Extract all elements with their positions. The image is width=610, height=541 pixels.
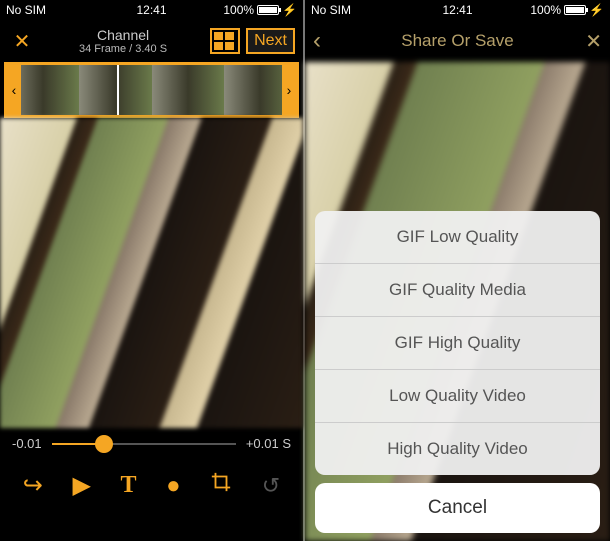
share-nav: ‹ Share Or Save ✕ (305, 20, 610, 62)
carrier-text: No SIM (311, 3, 401, 17)
status-bar: No SIM 12:41 100% ⚡ (0, 0, 303, 20)
grid-button[interactable] (210, 28, 240, 54)
share-title: Share Or Save (343, 31, 572, 51)
status-right: 100% ⚡ (223, 3, 297, 17)
time-slider[interactable] (52, 443, 236, 445)
option-gif-low[interactable]: GIF Low Quality (315, 211, 600, 264)
status-bar: No SIM 12:41 100% ⚡ (305, 0, 610, 20)
crop-icon[interactable] (210, 471, 232, 500)
share-screen: No SIM 12:41 100% ⚡ ‹ Share Or Save ✕ GI… (305, 0, 610, 541)
play-icon[interactable]: ▶ (72, 471, 90, 500)
battery-icon (257, 5, 279, 15)
carrier-text: No SIM (6, 3, 96, 17)
video-preview[interactable] (0, 118, 303, 428)
time-end-label: +0.01 S (246, 436, 291, 451)
editor-nav: ✕ Channel 34 Frame / 3.40 S Next (0, 20, 303, 62)
nav-title: Channel (36, 27, 210, 43)
option-video-high[interactable]: High Quality Video (315, 423, 600, 475)
time-start-label: -0.01 (12, 436, 42, 451)
slider-thumb[interactable] (95, 435, 113, 453)
back-button[interactable]: ‹ (313, 27, 343, 55)
editor-screen: No SIM 12:41 100% ⚡ ✕ Channel 34 Frame /… (0, 0, 305, 541)
charging-icon: ⚡ (589, 3, 604, 17)
option-video-low[interactable]: Low Quality Video (315, 370, 600, 423)
cancel-button[interactable]: Cancel (315, 483, 600, 533)
battery-icon (564, 5, 586, 15)
filter-icon[interactable]: ● (166, 472, 181, 500)
undo-icon[interactable]: ↺ (262, 473, 280, 499)
timeline-thumb (152, 65, 224, 115)
trim-end-handle[interactable]: › (282, 65, 296, 115)
text-icon[interactable]: T (121, 472, 137, 499)
close-button[interactable]: ✕ (572, 29, 602, 54)
nav-subtitle: 34 Frame / 3.40 S (36, 43, 210, 55)
direction-icon[interactable]: ↪ (23, 471, 43, 500)
export-options: GIF Low Quality GIF Quality Media GIF Hi… (315, 211, 600, 475)
battery-percent: 100% (530, 3, 561, 17)
timeline[interactable]: ‹ › (4, 62, 299, 118)
status-right: 100% ⚡ (530, 3, 604, 17)
time-scrubber-row: -0.01 +0.01 S (0, 428, 303, 459)
close-button[interactable]: ✕ (8, 29, 36, 54)
editor-toolbar: ↪ ▶ T ● ↺ (0, 459, 303, 512)
action-sheet: GIF Low Quality GIF Quality Media GIF Hi… (315, 211, 600, 533)
playhead[interactable] (117, 63, 119, 117)
title-wrap: Channel 34 Frame / 3.40 S (36, 27, 210, 55)
option-gif-medium[interactable]: GIF Quality Media (315, 264, 600, 317)
battery-percent: 100% (223, 3, 254, 17)
next-button[interactable]: Next (246, 28, 295, 54)
trim-start-handle[interactable]: ‹ (7, 65, 21, 115)
charging-icon: ⚡ (282, 3, 297, 17)
timeline-thumb (79, 65, 151, 115)
option-gif-high[interactable]: GIF High Quality (315, 317, 600, 370)
